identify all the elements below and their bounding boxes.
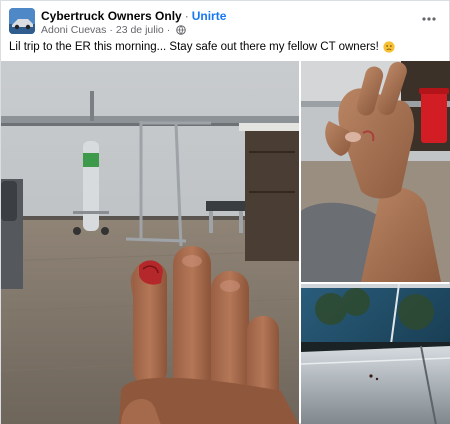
post-header: Cybertruck Owners Only · Unirte Adoni Cuev… bbox=[1, 1, 450, 39]
post-caption: Lil trip to the ER this morning... Stay … bbox=[9, 41, 395, 53]
separator-dot: · bbox=[184, 9, 189, 23]
post-date-link[interactable]: 23 de julio bbox=[116, 24, 164, 36]
sad-face-emoji-icon bbox=[383, 41, 395, 53]
caption-text: Lil trip to the ER this morning... Stay … bbox=[9, 41, 379, 53]
meta-separator: · bbox=[109, 24, 113, 36]
globe-icon bbox=[176, 25, 187, 35]
photo-cybertruck-frunk-edge[interactable] bbox=[301, 284, 450, 424]
group-title-line: Cybertruck Owners Only · Unirte bbox=[41, 9, 226, 23]
photo-er-room-hand[interactable] bbox=[1, 61, 299, 424]
post-meta: Adoni Cuevas · 23 de julio · bbox=[41, 24, 187, 36]
photo-bandaged-finger[interactable] bbox=[301, 61, 450, 282]
more-options-icon[interactable] bbox=[419, 11, 439, 27]
join-group-link[interactable]: Unirte bbox=[192, 9, 227, 23]
author-name-link[interactable]: Adoni Cuevas bbox=[41, 24, 106, 36]
group-name-link[interactable]: Cybertruck Owners Only bbox=[41, 9, 182, 23]
post-card: Cybertruck Owners Only · Unirte Adoni Cuev… bbox=[0, 0, 450, 424]
group-avatar[interactable] bbox=[9, 8, 35, 34]
meta-separator-2: · bbox=[166, 24, 171, 36]
